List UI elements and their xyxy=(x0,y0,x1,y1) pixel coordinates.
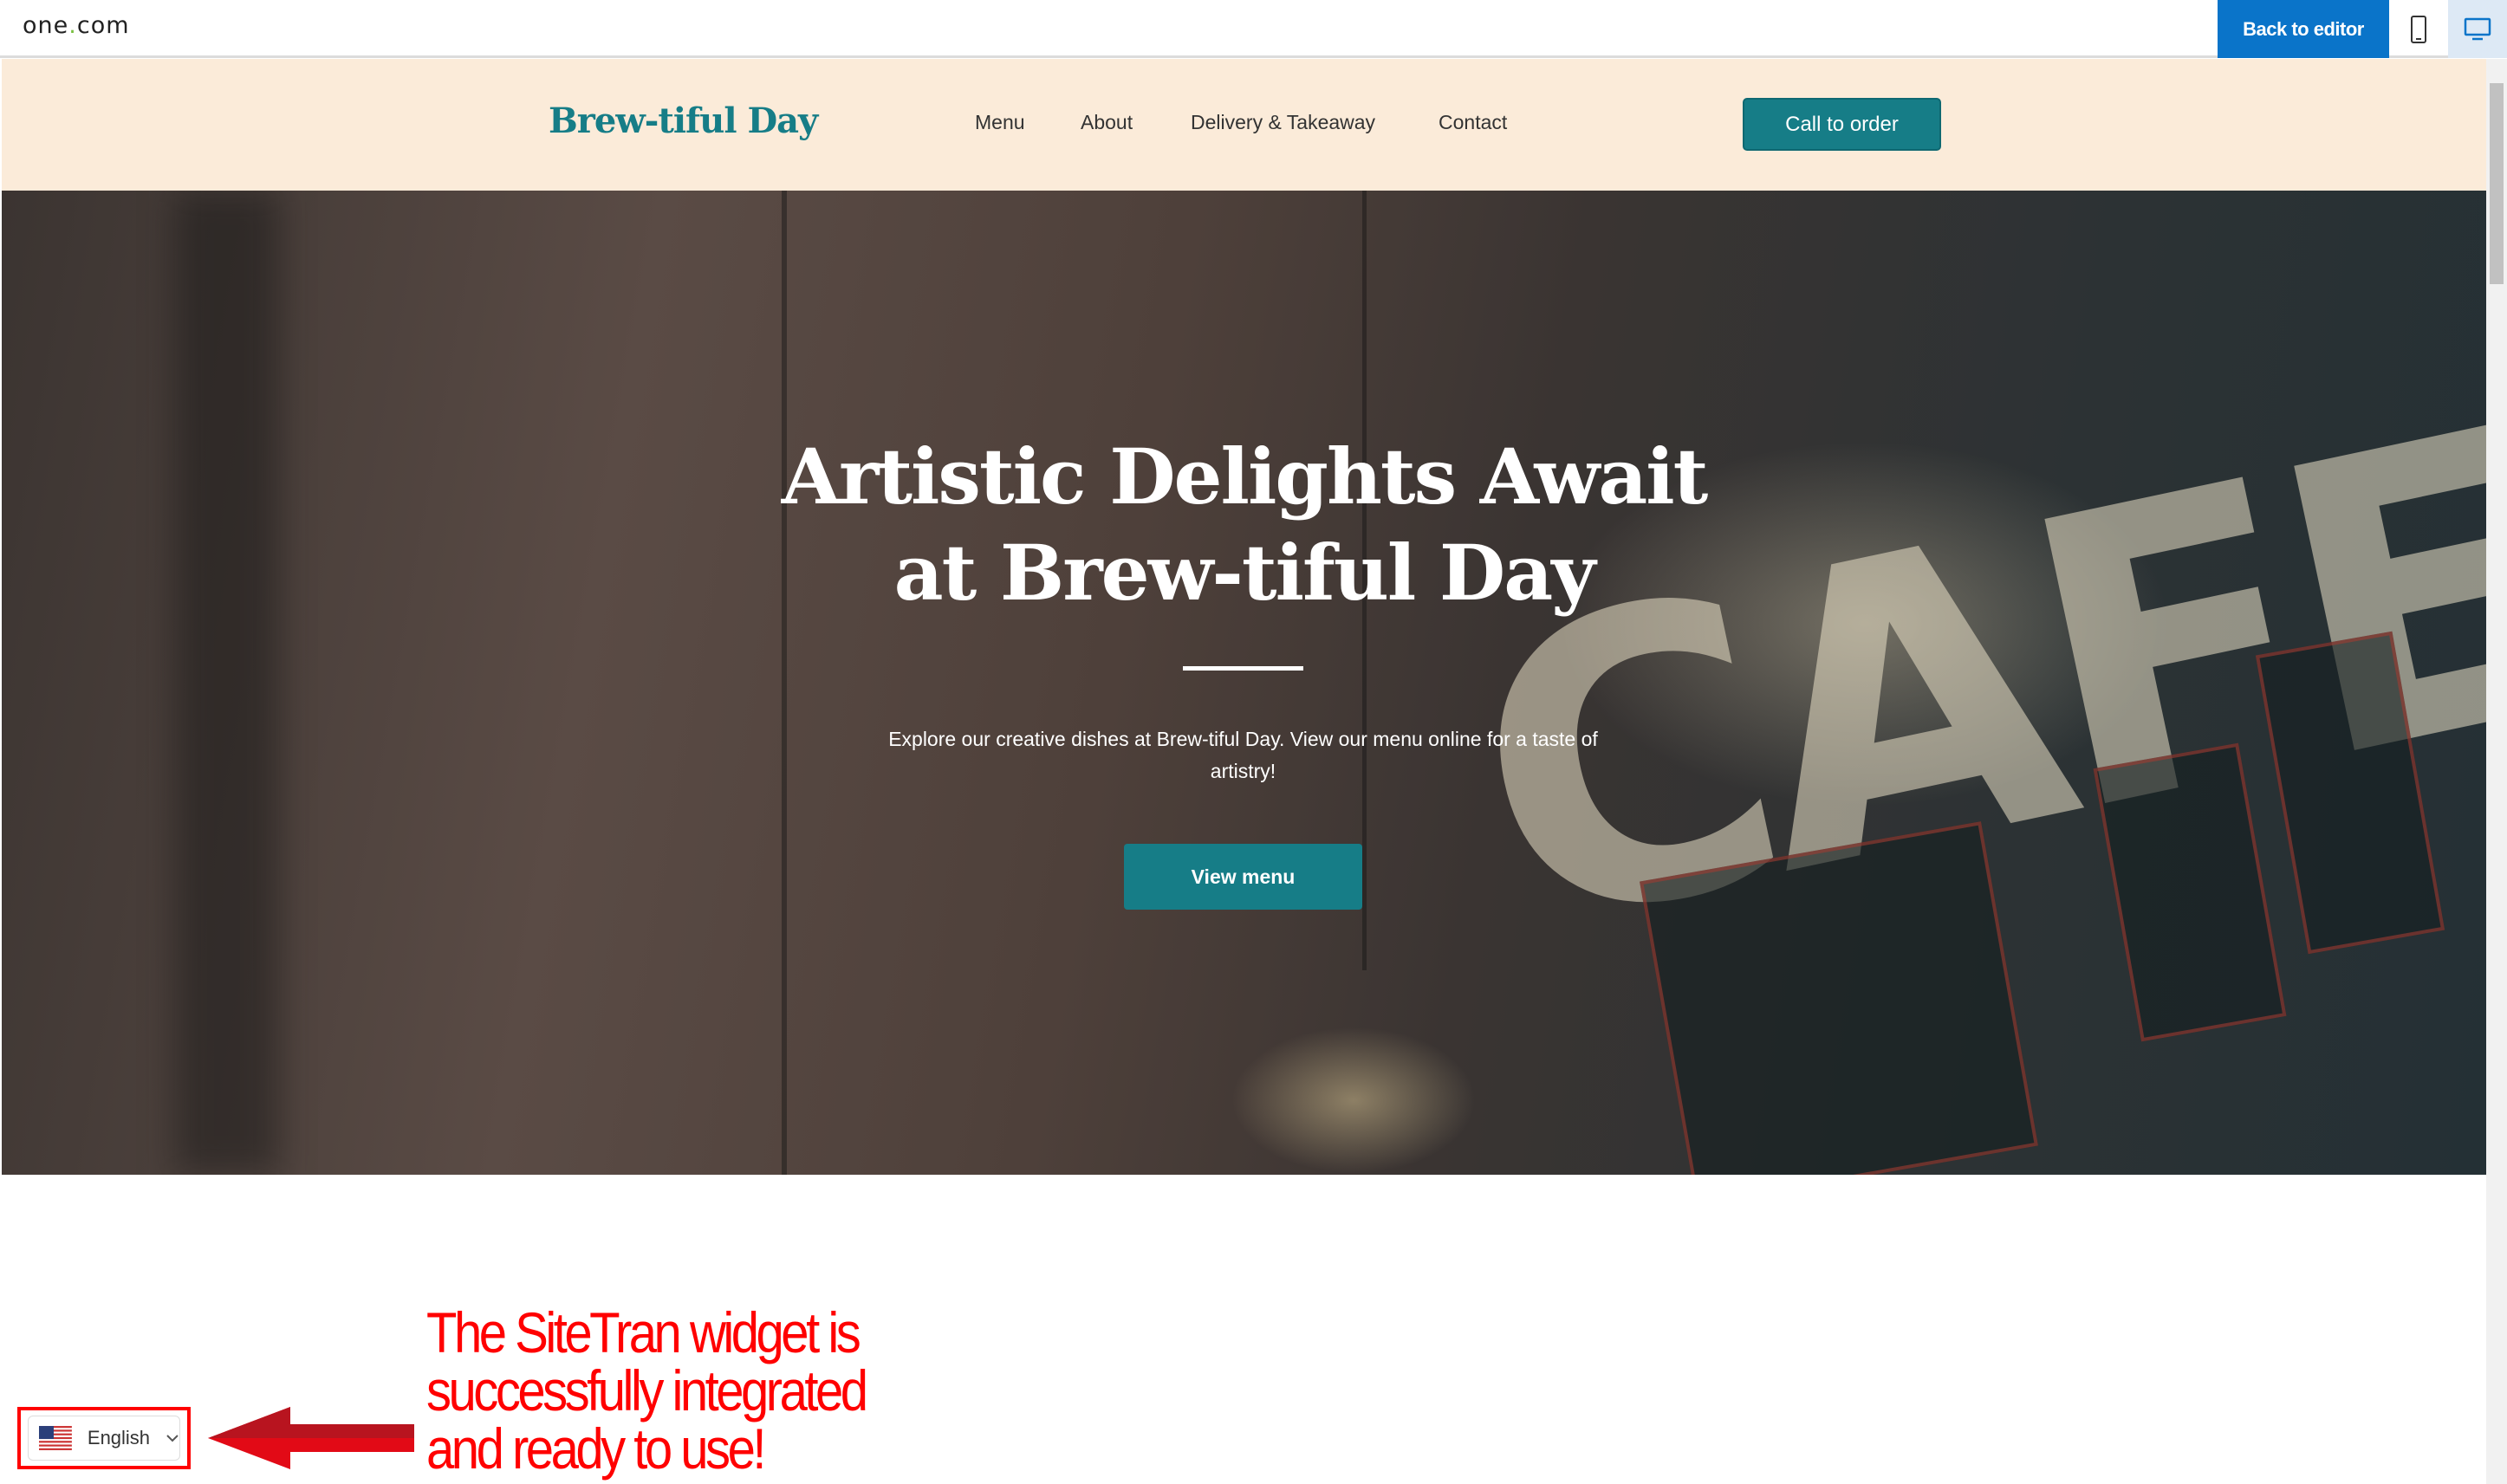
hero-section: CAFE Artistic Delights Await at Brew-tifu… xyxy=(2,191,2486,1175)
hero-bg-cable xyxy=(782,191,787,1175)
hero-menu-board-image xyxy=(1640,821,2038,1175)
brand-dot: . xyxy=(68,12,77,39)
nav-delivery-takeaway[interactable]: Delivery & Takeaway xyxy=(1191,111,1375,134)
nav-contact[interactable]: Contact xyxy=(1439,111,1507,134)
desktop-icon xyxy=(2464,17,2491,40)
editor-topbar: one.com Back to editor xyxy=(0,0,2507,58)
highlight-box: English xyxy=(17,1407,191,1469)
arrow-left-icon xyxy=(208,1407,414,1469)
annotation-line: successfully integrated xyxy=(426,1358,868,1422)
brand-tld: com xyxy=(76,12,130,39)
annotation-line: and ready to use! xyxy=(426,1416,767,1481)
mobile-icon xyxy=(2411,15,2426,43)
call-to-order-button[interactable]: Call to order xyxy=(1743,98,1941,151)
onecom-logo: one.com xyxy=(23,12,130,39)
page-scrollbar[interactable] xyxy=(2486,59,2507,1484)
us-flag-icon xyxy=(39,1426,72,1450)
site-header: Brew-tiful Day Menu About Delivery & Tak… xyxy=(2,59,2486,191)
hero-title-line: Artistic Delights Await xyxy=(781,431,1709,522)
desktop-preview-button[interactable] xyxy=(2448,0,2507,58)
hero-title: Artistic Delights Await at Brew-tiful Day xyxy=(2,429,2486,621)
annotation-text: The SiteTran widget is successfully inte… xyxy=(426,1300,868,1481)
hero-bg-beam xyxy=(175,191,279,1175)
language-selector[interactable]: English xyxy=(28,1416,180,1461)
language-label: English xyxy=(87,1427,151,1448)
brand-name: one xyxy=(23,12,69,39)
site-logo[interactable]: Brew-tiful Day xyxy=(549,100,818,141)
mobile-preview-button[interactable] xyxy=(2389,0,2448,58)
hero-title-line: at Brew-tiful Day xyxy=(893,528,1596,618)
nav-menu[interactable]: Menu xyxy=(975,111,1025,134)
annotation-line: The SiteTran widget is xyxy=(426,1300,861,1364)
view-menu-button[interactable]: View menu xyxy=(1124,844,1362,910)
nav-about[interactable]: About xyxy=(1081,111,1133,134)
hero-description: Explore our creative dishes at Brew-tifu… xyxy=(888,728,1598,782)
back-to-editor-button[interactable]: Back to editor xyxy=(2218,0,2389,58)
scrollbar-thumb[interactable] xyxy=(2490,83,2504,284)
hero-divider xyxy=(1183,666,1303,671)
chevron-down-icon xyxy=(166,1435,179,1442)
